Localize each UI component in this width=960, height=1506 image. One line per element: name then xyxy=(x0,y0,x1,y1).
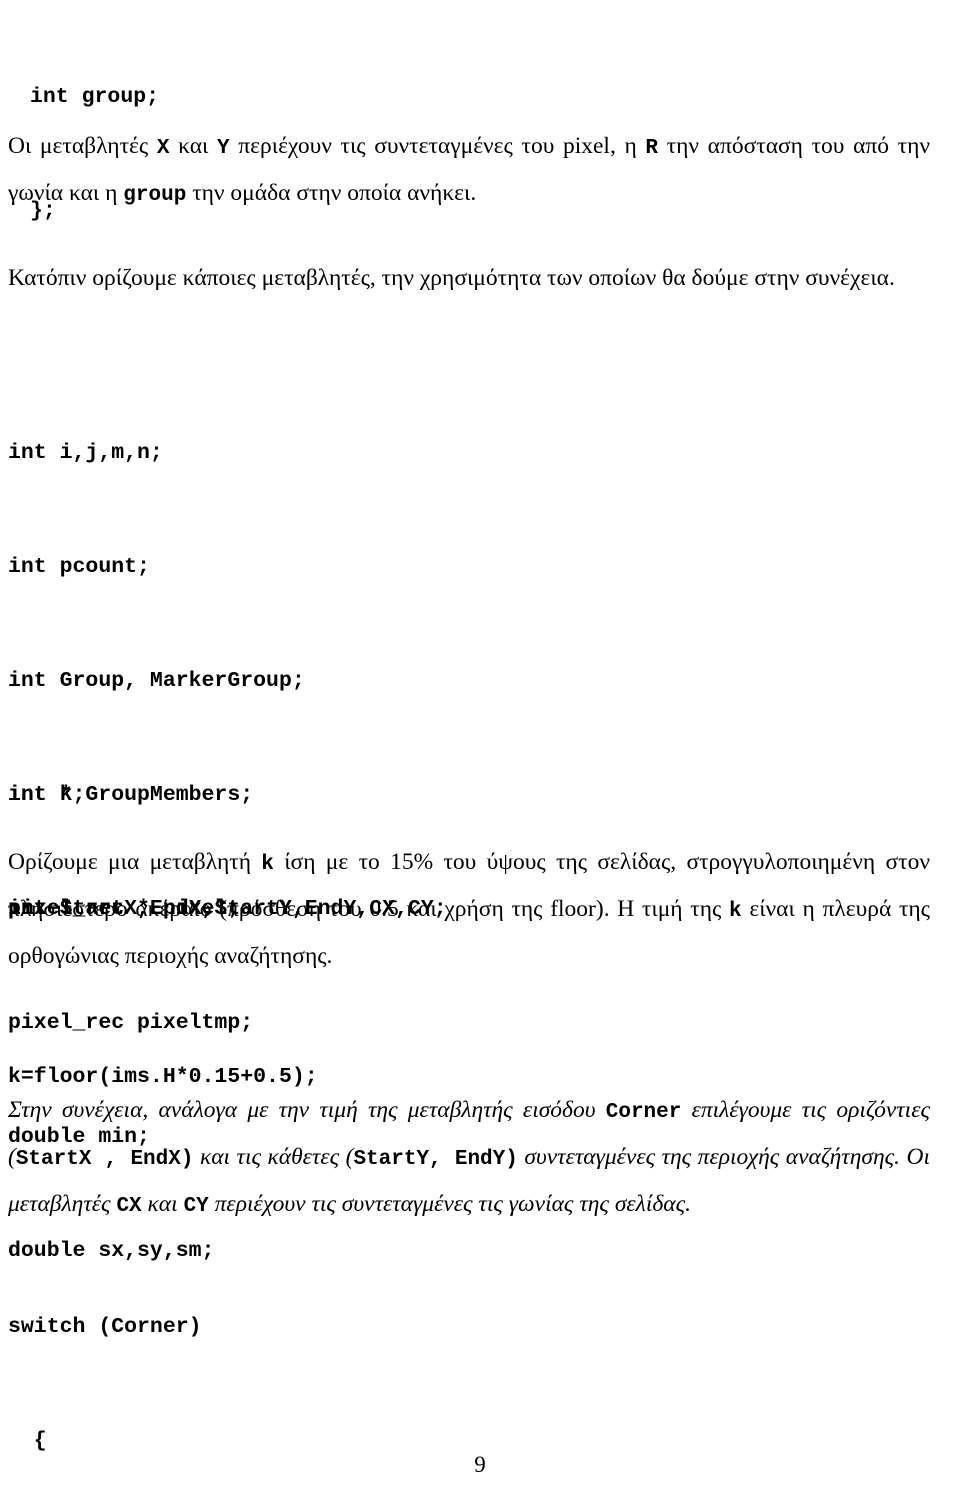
inline-code-k: k xyxy=(729,899,742,923)
inline-code-r: R xyxy=(645,136,659,160)
inline-code-x: X xyxy=(156,136,170,160)
text-fragment: την ομάδα στην οποία ανήκει. xyxy=(186,179,477,206)
inline-code-y: Y xyxy=(217,136,230,160)
code-line: int pcount; xyxy=(8,555,150,579)
inline-code-corner: Corner xyxy=(605,1100,682,1124)
inline-code-startx-endx: StartX , EndX) xyxy=(15,1147,194,1171)
text-fragment: Στην συνέχεια, ανάλογα με την τιμή της μ… xyxy=(8,1096,606,1123)
code-line: switch (Corner) xyxy=(8,1315,202,1339)
inline-code-group: group xyxy=(123,183,187,207)
code-line: int Group, MarkerGroup; xyxy=(8,669,305,693)
text-fragment: και xyxy=(141,1190,184,1217)
code-line: int k; xyxy=(8,783,86,807)
inline-code-k: k xyxy=(261,852,274,876)
inline-code-starty-endy: StartY, EndY) xyxy=(353,1147,518,1171)
code-line: int i,j,m,n; xyxy=(8,441,163,465)
text-fragment: Οι μεταβλητές xyxy=(8,132,157,159)
paragraph-next-variables: Κατόπιν ορίζουμε κάποιες μεταβλητές, την… xyxy=(8,264,895,291)
inline-code-cy: CY xyxy=(183,1194,209,1218)
document-page: int group; }; Οι μεταβλητές X και Y περι… xyxy=(0,0,960,1506)
text-fragment: Ορίζουμε μια μεταβλητή xyxy=(8,848,262,875)
text-fragment: περιέχουν τις συντεταγμένες τις γωνίας τ… xyxy=(208,1190,692,1217)
text-fragment: και τις κάθετες ( xyxy=(193,1143,354,1170)
text-fragment: και xyxy=(169,132,218,159)
paragraph-k-description: Ορίζουμε μια μεταβλητή k ίση με το 15% τ… xyxy=(8,840,930,979)
inline-code-cx: CX xyxy=(116,1194,142,1218)
page-number: 9 xyxy=(474,1452,486,1477)
text-fragment: περιέχουν τις συντεταγμένες του pixel, η xyxy=(229,132,646,159)
code-line: int group; xyxy=(30,85,160,109)
paragraph-variables-description: Οι μεταβλητές X και Y περιέχουν τις συντ… xyxy=(8,124,930,218)
paragraph-corner-description: Στην συνέχεια, ανάλογα με την τιμή της μ… xyxy=(8,1088,930,1229)
